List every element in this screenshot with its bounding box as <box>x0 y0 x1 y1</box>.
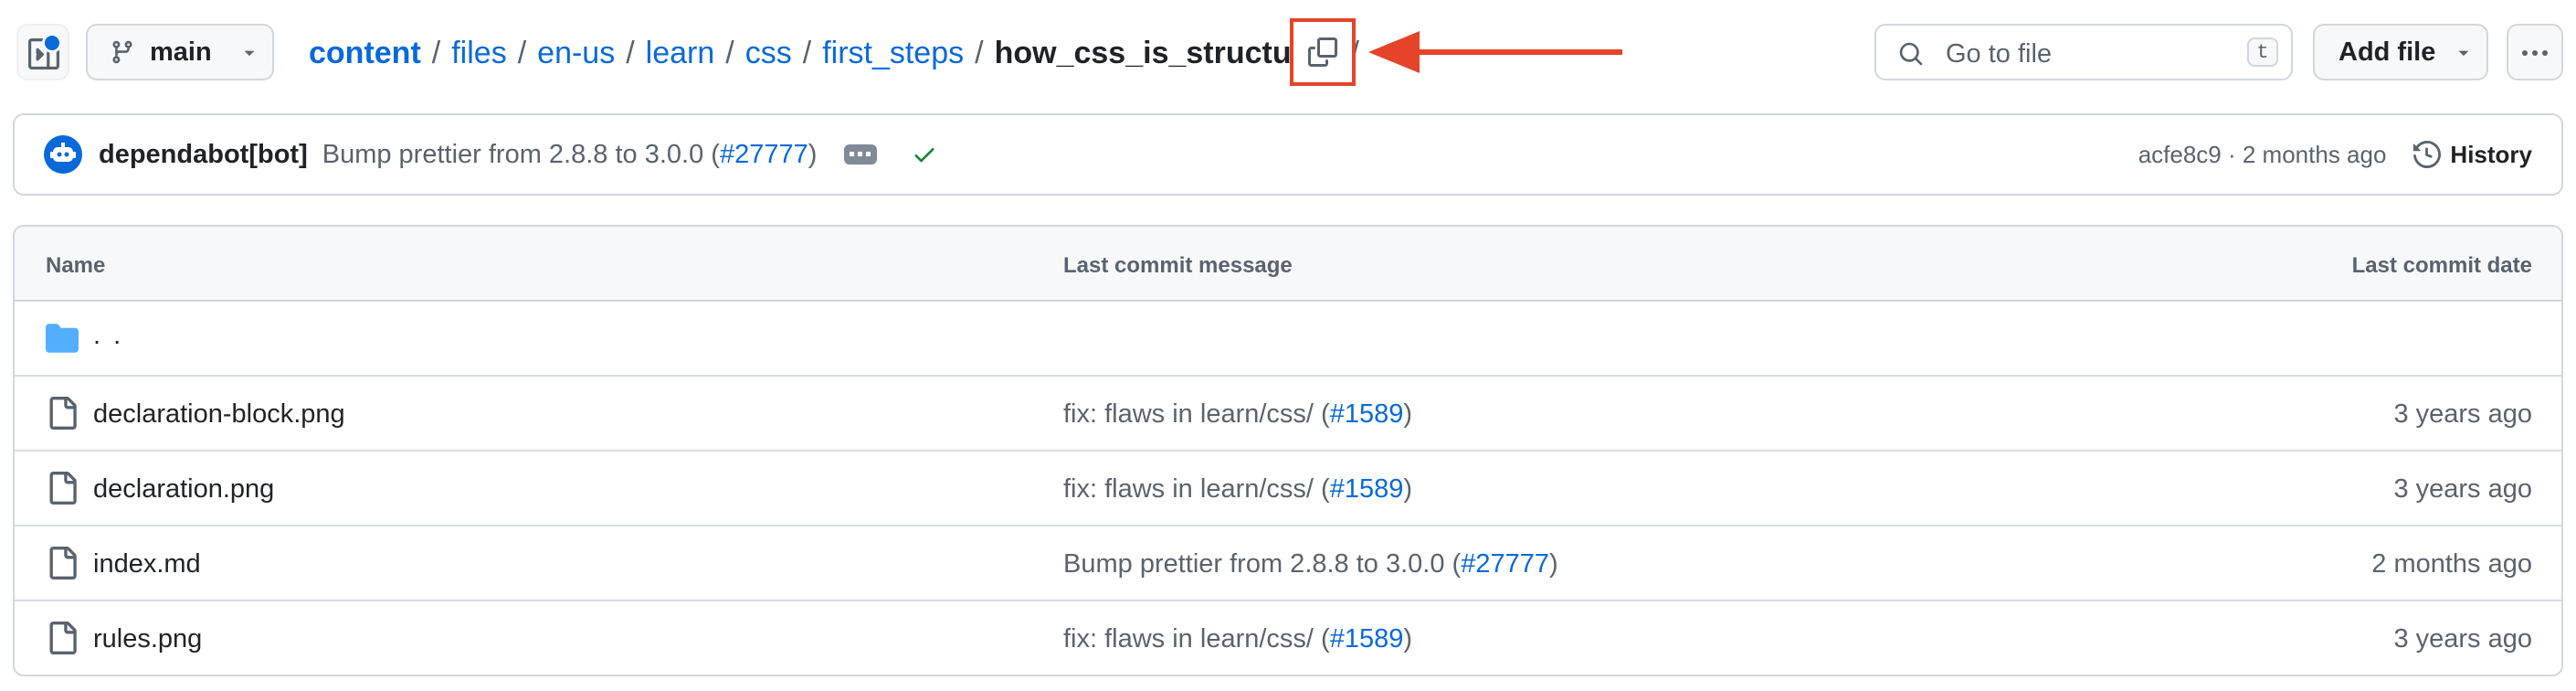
row-commit-suffix: ) <box>1403 474 1413 504</box>
table-header: Name Last commit message Last commit dat… <box>15 227 2561 302</box>
commit-message-suffix: ) <box>808 139 818 169</box>
table-row[interactable]: rules.png fix: flaws in learn/css/ (#158… <box>15 601 2561 675</box>
avatar[interactable] <box>44 135 82 174</box>
breadcrumb-separator: / <box>725 35 734 70</box>
row-commit-pr-link[interactable]: #1589 <box>1330 399 1404 429</box>
breadcrumb-link-en-us[interactable]: en-us <box>537 36 615 71</box>
expand-file-tree-button[interactable] <box>16 24 69 80</box>
breadcrumb-separator: / <box>517 35 527 70</box>
row-commit-suffix: ) <box>1403 399 1413 429</box>
arrow-left-icon <box>1368 31 1622 73</box>
file-name-link[interactable]: declaration.png <box>93 474 274 505</box>
row-commit-suffix: ) <box>1548 549 1558 579</box>
breadcrumb-link-learn[interactable]: learn <box>646 36 715 71</box>
file-name-link[interactable]: rules.png <box>93 624 202 654</box>
expand-commit-message-button[interactable] <box>844 144 878 165</box>
row-commit-date: 3 years ago <box>2393 474 2532 504</box>
breadcrumb-link-first-steps[interactable]: first_steps <box>822 36 964 71</box>
ellipsis-icon <box>850 152 871 156</box>
row-commit-text: fix: flaws in learn/css/ ( <box>1063 399 1330 429</box>
row-commit-text: fix: flaws in learn/css/ ( <box>1063 624 1330 654</box>
breadcrumb-repo-link[interactable]: content <box>309 36 421 71</box>
file-icon <box>49 397 77 430</box>
check-icon[interactable] <box>912 142 937 167</box>
file-table: Name Last commit message Last commit dat… <box>13 225 2563 676</box>
commit-message-text: Bump prettier from 2.8.8 to 3.0.0 ( <box>322 139 720 169</box>
latest-commit-bar: dependabot[bot] Bump prettier from 2.8.8… <box>13 113 2563 196</box>
row-commit-pr-link[interactable]: #27777 <box>1461 549 1549 579</box>
repo-header-bar: main content / files / en-us / learn / c… <box>0 0 2576 106</box>
table-row[interactable]: declaration-block.png fix: flaws in lear… <box>15 377 2561 452</box>
breadcrumb-separator: / <box>626 35 635 70</box>
commit-author-link[interactable]: dependabot[bot] <box>99 140 308 170</box>
row-commit-pr-link[interactable]: #1589 <box>1330 624 1404 654</box>
branch-selector-button[interactable]: main <box>86 24 274 80</box>
breadcrumb-current-folder: how_css_is_structured <box>994 35 1340 70</box>
file-icon <box>49 547 77 579</box>
parent-directory-row[interactable]: . . <box>15 302 2561 377</box>
add-file-button[interactable]: Add file <box>2313 24 2488 80</box>
row-commit-message[interactable]: Bump prettier from 2.8.8 to 3.0.0 (#2777… <box>1063 549 1558 579</box>
copilot-bot-icon <box>50 143 76 162</box>
breadcrumb-link-files[interactable]: files <box>451 36 506 71</box>
kebab-horizontal-icon <box>2522 50 2548 56</box>
row-commit-message[interactable]: fix: flaws in learn/css/ (#1589) <box>1063 399 1412 430</box>
file-icon <box>49 472 77 505</box>
branch-name: main <box>150 37 212 67</box>
commit-message[interactable]: Bump prettier from 2.8.8 to 3.0.0 (#2777… <box>322 140 818 170</box>
table-row[interactable]: declaration.png fix: flaws in learn/css/… <box>15 452 2561 526</box>
breadcrumb-separator: / <box>431 35 441 70</box>
history-button[interactable]: History <box>2413 141 2532 169</box>
file-name-link[interactable]: declaration-block.png <box>93 399 345 430</box>
parent-directory-link[interactable]: . . <box>93 321 123 351</box>
table-row[interactable]: index.md Bump prettier from 2.8.8 to 3.0… <box>15 526 2561 601</box>
history-label: History <box>2450 140 2532 168</box>
breadcrumb: content / files / en-us / learn / css / … <box>309 27 1359 79</box>
search-icon <box>1899 42 1923 66</box>
row-commit-suffix: ) <box>1403 624 1413 654</box>
column-header-message: Last commit message <box>1063 253 1293 278</box>
triangle-down-icon <box>244 50 254 56</box>
keyboard-shortcut-hint: t <box>2247 37 2278 67</box>
add-file-label: Add file <box>2338 37 2436 67</box>
commit-pr-link[interactable]: #27777 <box>720 140 808 169</box>
row-commit-text: Bump prettier from 2.8.8 to 3.0.0 ( <box>1063 549 1462 579</box>
folder-icon <box>46 324 79 353</box>
file-name-link[interactable]: index.md <box>93 549 201 579</box>
copy-path-button[interactable] <box>1290 18 1356 86</box>
notification-dot <box>42 33 62 53</box>
more-options-button[interactable] <box>2507 24 2563 80</box>
file-icon <box>49 622 77 654</box>
history-icon <box>2413 141 2442 168</box>
row-commit-date: 2 months ago <box>2371 549 2532 579</box>
commit-hash-time-link[interactable]: acfe8c9 · 2 months ago <box>2138 141 2387 169</box>
breadcrumb-separator: / <box>802 35 812 70</box>
git-branch-icon <box>112 40 132 64</box>
column-header-date: Last commit date <box>2351 253 2532 278</box>
copy-icon <box>1308 37 1337 67</box>
go-to-file-field[interactable]: t <box>1874 24 2293 80</box>
commit-meta: acfe8c9 · 2 months ago History <box>2138 141 2561 169</box>
triangle-down-icon <box>2459 50 2469 56</box>
go-to-file-input[interactable] <box>1944 35 2222 73</box>
row-commit-date: 3 years ago <box>2393 399 2532 429</box>
row-commit-message[interactable]: fix: flaws in learn/css/ (#1589) <box>1063 474 1412 505</box>
breadcrumb-link-css[interactable]: css <box>745 36 792 71</box>
column-header-name: Name <box>46 253 106 278</box>
row-commit-date: 3 years ago <box>2393 624 2532 654</box>
breadcrumb-separator: / <box>975 35 984 70</box>
row-commit-message[interactable]: fix: flaws in learn/css/ (#1589) <box>1063 624 1412 654</box>
row-commit-pr-link[interactable]: #1589 <box>1330 474 1404 504</box>
row-commit-text: fix: flaws in learn/css/ ( <box>1063 474 1330 504</box>
